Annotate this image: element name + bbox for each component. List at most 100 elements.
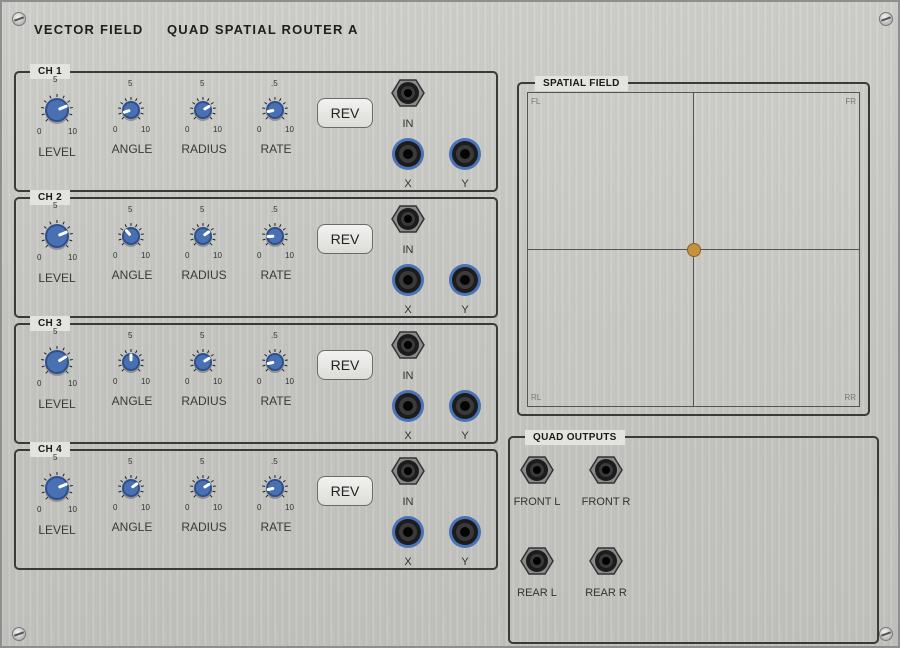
channel-1-in-jack[interactable]	[391, 77, 425, 114]
channel-4-y-jack-svg[interactable]	[448, 515, 482, 549]
channel-2-level-label: LEVEL	[38, 271, 76, 285]
channel-3-in-jack[interactable]	[391, 329, 425, 366]
channel-4-in-jack-svg[interactable]	[391, 455, 425, 487]
channel-1-level-svg[interactable]	[40, 93, 74, 127]
channel-3-radius-label: RADIUS	[181, 394, 227, 408]
channel-4-x-jack-svg[interactable]	[391, 515, 425, 549]
channel-1-y-label: Y	[461, 178, 469, 190]
level-mid-tick: 5	[53, 453, 58, 462]
channel-3-x-jack-svg[interactable]	[391, 389, 425, 423]
radius-min-tick: 0	[185, 251, 190, 260]
angle-min-tick: 0	[113, 125, 118, 134]
channel-2-x-label: X	[404, 304, 412, 316]
module-title: VECTOR FIELD	[34, 22, 144, 37]
channel-4-angle-svg[interactable]	[117, 474, 145, 502]
channel-3-angle-svg[interactable]	[117, 348, 145, 376]
channel-4-radius-label: RADIUS	[181, 520, 227, 534]
rate-max-tick: 10	[285, 377, 294, 386]
channel-1-angle-svg[interactable]	[117, 96, 145, 124]
channel-1-y-jack-svg[interactable]	[448, 137, 482, 171]
channel-2-radius-svg[interactable]	[189, 222, 217, 250]
channel-1-angle-label: ANGLE	[111, 142, 153, 156]
channel-2-box	[14, 197, 498, 318]
channel-1-rate-svg[interactable]	[261, 96, 289, 124]
screw-bottom-right	[879, 627, 893, 641]
channel-3-in-label: IN	[402, 370, 414, 382]
channel-3-level-label: LEVEL	[38, 397, 76, 411]
channel-4-box	[14, 449, 498, 570]
channel-2-in-jack-svg[interactable]	[391, 203, 425, 235]
level-min-tick: 0	[37, 379, 42, 388]
channel-2-in-label: IN	[402, 244, 414, 256]
channel-4-level-svg[interactable]	[40, 471, 74, 505]
channel-4-level-label: LEVEL	[38, 523, 76, 537]
channel-2-y-jack-svg[interactable]	[448, 263, 482, 297]
level-mid-tick: 5	[53, 75, 58, 84]
rate-min-tick: 0	[257, 503, 262, 512]
channel-2-x-jack-svg[interactable]	[391, 263, 425, 297]
radius-min-tick: 0	[185, 125, 190, 134]
module-subtitle: QUAD SPATIAL ROUTER A	[167, 22, 359, 37]
level-max-tick: 10	[68, 505, 77, 514]
radius-mid-tick: 5	[200, 205, 205, 214]
rear-left-output-jack-svg[interactable]	[520, 545, 554, 577]
channel-1-rev-button[interactable]: REV	[317, 98, 373, 128]
angle-max-tick: 10	[141, 251, 150, 260]
channel-3-radius-svg[interactable]	[189, 348, 217, 376]
channel-3-y-label: Y	[461, 430, 469, 442]
front-left-output-jack-svg[interactable]	[520, 454, 554, 486]
channel-3-level-svg[interactable]	[40, 345, 74, 379]
channel-3-rate-label: RATE	[260, 394, 292, 408]
rear-right-output-jack[interactable]	[589, 545, 623, 582]
front-right-output-jack[interactable]	[589, 454, 623, 491]
channel-1-in-jack-svg[interactable]	[391, 77, 425, 109]
position-puck[interactable]	[686, 242, 701, 257]
screw-top-left	[12, 12, 26, 26]
rate-mid-tick: .5	[271, 79, 278, 88]
rear-right-output-jack-svg[interactable]	[589, 545, 623, 577]
rate-max-tick: 10	[285, 125, 294, 134]
channel-4-y-jack[interactable]	[448, 515, 482, 554]
channel-1-rate-label: RATE	[260, 142, 292, 156]
channel-1-x-jack-svg[interactable]	[391, 137, 425, 171]
spatial-field-display[interactable]: FL FR RL RR	[527, 92, 860, 407]
channel-2-rate-svg[interactable]	[261, 222, 289, 250]
rear-left-output-jack[interactable]	[520, 545, 554, 582]
channel-4-x-label: X	[404, 556, 412, 568]
channel-4-radius-svg[interactable]	[189, 474, 217, 502]
channel-2-y-jack[interactable]	[448, 263, 482, 302]
channel-3-y-jack-svg[interactable]	[448, 389, 482, 423]
screw-top-right	[879, 12, 893, 26]
channel-2-angle-svg[interactable]	[117, 222, 145, 250]
channel-1-y-jack[interactable]	[448, 137, 482, 176]
channel-2-y-label: Y	[461, 304, 469, 316]
channel-2-in-jack[interactable]	[391, 203, 425, 240]
channel-3-x-jack[interactable]	[391, 389, 425, 428]
channel-3-box	[14, 323, 498, 444]
rate-min-tick: 0	[257, 251, 262, 260]
rate-max-tick: 10	[285, 251, 294, 260]
channel-4-rate-svg[interactable]	[261, 474, 289, 502]
radius-max-tick: 10	[213, 251, 222, 260]
channel-3-y-jack[interactable]	[448, 389, 482, 428]
angle-mid-tick: 5	[128, 457, 133, 466]
angle-mid-tick: 5	[128, 331, 133, 340]
channel-2-level-svg[interactable]	[40, 219, 74, 253]
radius-max-tick: 10	[213, 125, 222, 134]
channel-4-x-jack[interactable]	[391, 515, 425, 554]
rate-mid-tick: .5	[271, 331, 278, 340]
channel-1-x-jack[interactable]	[391, 137, 425, 176]
channel-3-rev-button[interactable]: REV	[317, 350, 373, 380]
channel-2-x-jack[interactable]	[391, 263, 425, 302]
rate-min-tick: 0	[257, 125, 262, 134]
front-left-output-jack[interactable]	[520, 454, 554, 491]
channel-3-angle-label: ANGLE	[111, 394, 153, 408]
channel-4-in-jack[interactable]	[391, 455, 425, 492]
channel-3-in-jack-svg[interactable]	[391, 329, 425, 361]
channel-1-radius-svg[interactable]	[189, 96, 217, 124]
front-right-output-jack-svg[interactable]	[589, 454, 623, 486]
channel-2-rev-button[interactable]: REV	[317, 224, 373, 254]
channel-3-rate-svg[interactable]	[261, 348, 289, 376]
channel-4-rev-button[interactable]: REV	[317, 476, 373, 506]
channel-1-in-label: IN	[402, 118, 414, 130]
